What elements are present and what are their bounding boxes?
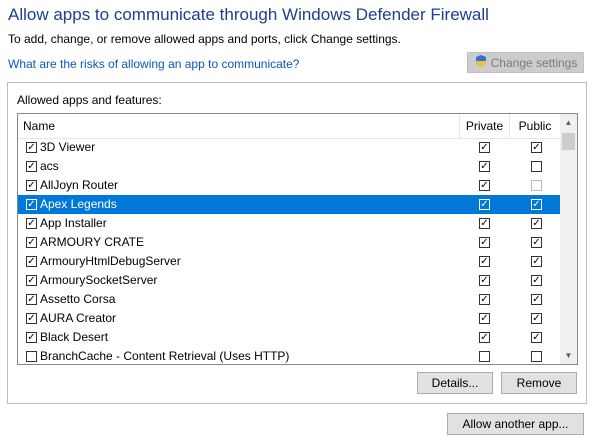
app-row[interactable]: ✓ 3D Viewer ✓ ✓	[18, 138, 560, 157]
public-checkbox[interactable]	[531, 180, 542, 191]
public-checkbox[interactable]: ✓	[531, 256, 542, 267]
scroll-up-arrow-icon[interactable]: ▲	[560, 114, 577, 131]
private-checkbox[interactable]: ✓	[479, 180, 490, 191]
app-enabled-checkbox[interactable]: ✓	[26, 294, 37, 305]
app-enabled-checkbox[interactable]: ✓	[26, 256, 37, 267]
app-row[interactable]: ✓ AllJoyn Router ✓	[18, 176, 560, 195]
app-name: App Installer	[40, 216, 107, 230]
private-checkbox[interactable]: ✓	[479, 161, 490, 172]
scrollbar-thumb[interactable]	[562, 133, 575, 150]
app-enabled-checkbox[interactable]: ✓	[26, 237, 37, 248]
app-row[interactable]: ✓ Assetto Corsa ✓ ✓	[18, 290, 560, 309]
app-enabled-checkbox[interactable]: ✓	[26, 142, 37, 153]
private-checkbox[interactable]	[479, 351, 490, 362]
private-checkbox[interactable]: ✓	[479, 332, 490, 343]
private-checkbox[interactable]: ✓	[479, 199, 490, 210]
public-checkbox[interactable]: ✓	[531, 313, 542, 324]
app-enabled-checkbox[interactable]: ✓	[26, 180, 37, 191]
app-name: ArmouryHtmlDebugServer	[40, 254, 181, 268]
app-name: AllJoyn Router	[40, 178, 119, 192]
app-enabled-checkbox[interactable]: ✓	[26, 313, 37, 324]
private-checkbox[interactable]: ✓	[479, 218, 490, 229]
column-header-name[interactable]: Name	[23, 114, 55, 138]
allowed-apps-list[interactable]: Name Private Public ✓ 3D Viewer ✓ ✓ ✓ acs ✓ ✓ Al…	[17, 113, 578, 365]
public-checkbox[interactable]: ✓	[531, 332, 542, 343]
app-row[interactable]: BranchCache - Content Retrieval (Uses HT…	[18, 347, 560, 364]
public-checkbox[interactable]: ✓	[531, 237, 542, 248]
uac-shield-icon	[474, 54, 488, 71]
app-row[interactable]: ✓ acs ✓	[18, 157, 560, 176]
app-name: 3D Viewer	[40, 140, 96, 154]
column-header-private[interactable]: Private	[459, 114, 509, 138]
app-rows: ✓ 3D Viewer ✓ ✓ ✓ acs ✓ ✓ AllJoyn Router ✓ ✓ Apex L…	[18, 138, 560, 364]
details-button[interactable]: Details...	[417, 372, 493, 394]
app-row[interactable]: ✓ ARMOURY CRATE ✓ ✓	[18, 233, 560, 252]
public-checkbox[interactable]: ✓	[531, 218, 542, 229]
app-row[interactable]: ✓ AURA Creator ✓ ✓	[18, 309, 560, 328]
app-name: Apex Legends	[40, 197, 117, 211]
change-settings-label: Change settings	[490, 55, 578, 70]
allow-another-app-button[interactable]: Allow another app...	[447, 413, 584, 435]
allowed-apps-label: Allowed apps and features:	[17, 93, 162, 107]
app-enabled-checkbox[interactable]: ✓	[26, 275, 37, 286]
page-title: Allow apps to communicate through Window…	[8, 5, 489, 24]
list-header: Name Private Public	[18, 114, 560, 139]
app-row[interactable]: ✓ ArmourySocketServer ✓ ✓	[18, 271, 560, 290]
app-enabled-checkbox[interactable]: ✓	[26, 332, 37, 343]
app-name: Assetto Corsa	[40, 292, 116, 306]
app-enabled-checkbox[interactable]	[26, 351, 37, 362]
private-checkbox[interactable]: ✓	[479, 294, 490, 305]
app-row[interactable]: ✓ ArmouryHtmlDebugServer ✓ ✓	[18, 252, 560, 271]
scroll-down-arrow-icon[interactable]: ▼	[560, 347, 577, 364]
private-checkbox[interactable]: ✓	[479, 275, 490, 286]
app-enabled-checkbox[interactable]: ✓	[26, 199, 37, 210]
app-row[interactable]: ✓ Black Desert ✓ ✓	[18, 328, 560, 347]
list-scrollbar[interactable]: ▲ ▼	[560, 114, 577, 364]
page-subtitle: To add, change, or remove allowed apps a…	[8, 32, 401, 46]
app-name: ArmourySocketServer	[40, 273, 158, 287]
public-checkbox[interactable]: ✓	[531, 275, 542, 286]
public-checkbox[interactable]: ✓	[531, 294, 542, 305]
app-enabled-checkbox[interactable]: ✓	[26, 218, 37, 229]
remove-button[interactable]: Remove	[501, 372, 577, 394]
private-checkbox[interactable]: ✓	[479, 256, 490, 267]
app-name: Black Desert	[40, 330, 109, 344]
risks-link[interactable]: What are the risks of allowing an app to…	[8, 57, 299, 71]
change-settings-button[interactable]: Change settings	[467, 52, 584, 73]
app-name: acs	[40, 159, 59, 173]
app-row[interactable]: ✓ App Installer ✓ ✓	[18, 214, 560, 233]
private-checkbox[interactable]: ✓	[479, 313, 490, 324]
public-checkbox[interactable]	[531, 351, 542, 362]
private-checkbox[interactable]: ✓	[479, 142, 490, 153]
column-header-public[interactable]: Public	[509, 114, 560, 138]
app-name: AURA Creator	[40, 311, 117, 325]
public-checkbox[interactable]: ✓	[531, 199, 542, 210]
public-checkbox[interactable]	[531, 161, 542, 172]
private-checkbox[interactable]: ✓	[479, 237, 490, 248]
app-enabled-checkbox[interactable]: ✓	[26, 161, 37, 172]
public-checkbox[interactable]: ✓	[531, 142, 542, 153]
app-name: ARMOURY CRATE	[40, 235, 145, 249]
app-row[interactable]: ✓ Apex Legends ✓ ✓	[18, 195, 560, 214]
app-name: BranchCache - Content Retrieval (Uses HT…	[40, 349, 290, 363]
